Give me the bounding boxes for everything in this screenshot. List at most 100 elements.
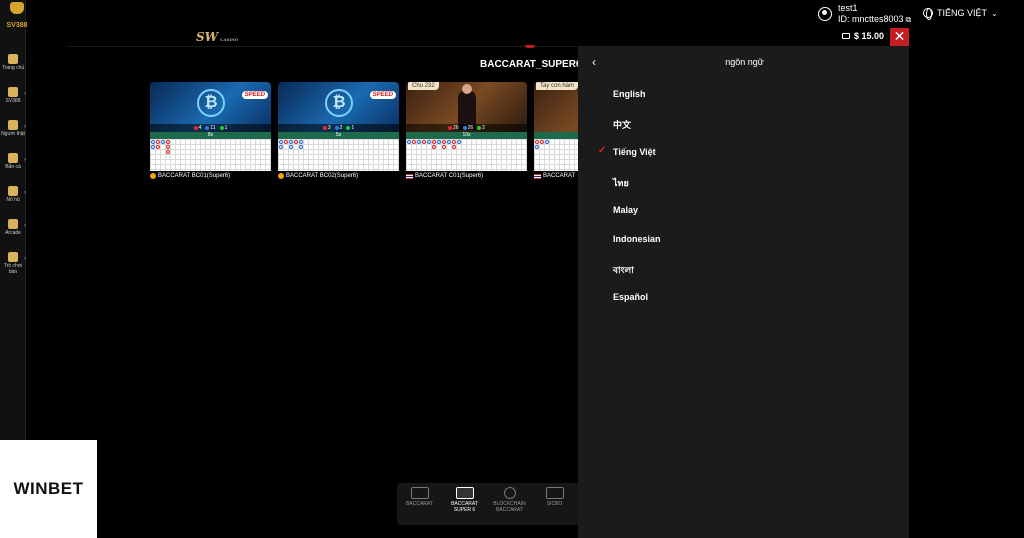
thailand-flag-icon <box>534 173 541 179</box>
table-name: BACCARAT BC02(Super6) <box>286 173 359 179</box>
live-dealer-icon <box>8 120 18 130</box>
rooster-logo-icon <box>10 2 24 14</box>
language-option[interactable]: Indonesian <box>578 230 909 259</box>
bead-mark <box>299 145 303 149</box>
balance-value: $ 15.00 <box>854 31 885 41</box>
bead-mark <box>161 140 165 144</box>
brand-sub: CASINO <box>220 37 239 42</box>
bead-mark <box>412 140 416 144</box>
stat-count: 2 <box>334 125 342 131</box>
bead-mark <box>407 140 411 144</box>
sidebar-item-label: Bắn cá <box>5 164 21 170</box>
menu-pull-tab[interactable] <box>525 45 535 48</box>
sidebar-item-label: Arcade <box>5 230 21 236</box>
bitcoin-icon: ₿ <box>325 89 353 117</box>
logo[interactable]: SV388 <box>3 2 31 29</box>
table-stats: 4 11 1 <box>150 124 271 132</box>
stat-count: 26 <box>462 125 473 131</box>
chevron-down-icon: ⌄ <box>991 8 998 18</box>
sidebar-item[interactable]: Nổ hũ › <box>0 184 26 217</box>
sidebar-item[interactable]: Trang chủ <box>0 52 26 85</box>
coin-icon <box>278 173 284 179</box>
user-id: ID: mncttes8003 <box>838 14 904 24</box>
language-option-label: বাংলা <box>613 265 634 275</box>
stat-count: 11 <box>205 125 216 131</box>
bead-mark <box>156 145 160 149</box>
table-name: BACCARAT BC01(Super6) <box>158 173 231 179</box>
language-option[interactable]: Malay <box>578 201 909 230</box>
table-thumbnail: ₿ SPEED 3 2 1 <box>278 82 399 132</box>
sidebar-item-label: Trang chủ <box>1 65 25 71</box>
language-option[interactable]: ✓ Tiếng Việt <box>578 143 909 172</box>
table-card[interactable]: Tay con hàm BACCARAT <box>534 82 578 184</box>
table-thumbnail: Tay con hàm <box>534 82 578 132</box>
sidebar: SV388 Trang chủ SV388 › Người thật › Bắn cá › N… <box>0 0 28 440</box>
language-selector-label: TIẾNG VIỆT <box>937 8 988 18</box>
countdown-timer: 10s <box>406 132 527 139</box>
balance: $ 15.00 <box>842 31 884 41</box>
bead-mark <box>535 145 539 149</box>
sidebar-item[interactable]: Bắn cá › <box>0 151 26 184</box>
language-panel: ‹ ngôn ngữ English 中文 ✓ Tiếng Việt ไทย Malay I… <box>578 47 909 538</box>
language-option-label: Español <box>613 292 649 302</box>
table-card[interactable]: Chu 232 26 26 2 10s BACCARAT C01(Super6) <box>406 82 527 184</box>
coin-icon <box>150 173 156 179</box>
bead-mark <box>452 140 456 144</box>
language-option-label: ไทย <box>613 178 629 188</box>
bead-road <box>278 139 399 171</box>
table-game-icon <box>8 252 18 262</box>
bead-mark <box>545 140 549 144</box>
bead-mark <box>417 140 421 144</box>
bead-road <box>406 139 527 171</box>
watermark-text: WINBET <box>13 479 84 498</box>
language-option[interactable]: বাংলা <box>578 259 909 288</box>
sidebar-item[interactable]: Trò chơi bàn › <box>0 250 26 283</box>
language-option[interactable]: Español <box>578 288 909 317</box>
super6-icon <box>455 487 474 499</box>
bead-mark <box>299 140 303 144</box>
language-option[interactable]: ไทย <box>578 172 909 201</box>
language-list: English 中文 ✓ Tiếng Việt ไทย Malay Indonesian বা… <box>578 85 909 317</box>
game-tab[interactable]: SICBO <box>532 483 577 525</box>
game-tab[interactable]: BACCARAT <box>397 483 442 525</box>
top-bar: test1 ID: mncttes8003 ⧉ TIẾNG VIỆT ⌄ <box>0 0 1024 27</box>
language-option[interactable]: English <box>578 85 909 114</box>
home-icon <box>8 54 18 64</box>
slot-icon <box>8 186 18 196</box>
language-option[interactable]: 中文 <box>578 114 909 143</box>
copy-icon[interactable]: ⧉ <box>906 15 912 24</box>
sidebar-item[interactable]: SV388 › <box>0 85 26 118</box>
stat-count: 2 <box>477 125 485 131</box>
winbet-watermark: WINBET <box>0 440 97 538</box>
bead-mark <box>437 140 441 144</box>
stat-count: 26 <box>448 125 459 131</box>
wallet-icon <box>842 33 850 39</box>
bead-mark <box>442 140 446 144</box>
table-card[interactable]: ₿ SPEED 3 2 1 5s BACCARAT BC02(Super6) <box>278 82 399 184</box>
bead-mark <box>166 150 170 154</box>
language-option-label: Indonesian <box>613 234 661 244</box>
brand-text: SW <box>196 30 219 44</box>
language-selector[interactable]: TIẾNG VIỆT ⌄ <box>923 8 998 20</box>
table-card[interactable]: ₿ SPEED 4 11 1 8s BACCARAT BC01(Super6) <box>150 82 271 184</box>
arcade-icon <box>8 219 18 229</box>
bitcoin-icon: ₿ <box>197 89 225 117</box>
dealer-tag: Tay con hàm <box>536 82 578 90</box>
game-tab[interactable]: BLOCKCHAIN BACCARAT <box>487 483 532 525</box>
sidebar-item[interactable]: Người thật › <box>0 118 26 151</box>
game-tab-label: SICBO <box>546 501 563 507</box>
table-name: BACCARAT <box>543 173 576 179</box>
bead-mark <box>151 145 155 149</box>
casino-brand[interactable]: SW CASINO <box>196 30 238 44</box>
page-title: BACCARAT_SUPER6 <box>480 59 582 70</box>
table-stats: 26 26 2 <box>406 124 527 132</box>
countdown-timer: 8s <box>150 132 271 139</box>
bead-mark <box>166 140 170 144</box>
dealer-tag: Chu 232 <box>408 82 439 90</box>
close-button[interactable]: ✕ <box>890 28 909 46</box>
game-tab[interactable]: BACCARAT SUPER 6 <box>442 483 487 525</box>
sidebar-item[interactable]: Arcade › <box>0 217 26 250</box>
stat-count: 4 <box>193 125 201 131</box>
countdown-timer <box>534 132 578 139</box>
user-info[interactable]: test1 ID: mncttes8003 ⧉ <box>818 3 911 25</box>
